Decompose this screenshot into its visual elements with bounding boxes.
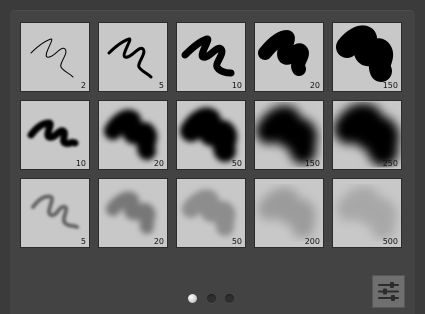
brush-size-label: 50 [231, 237, 242, 246]
brush-stroke-preview [31, 194, 79, 229]
brush-preset-airbrush-20[interactable]: 20 [98, 178, 168, 248]
page-dot-2[interactable] [207, 294, 216, 303]
brush-preset-airbrush-50[interactable]: 50 [176, 178, 246, 248]
brush-size-label: 20 [309, 81, 320, 90]
brush-preset-hard-150[interactable]: 150 [332, 22, 402, 92]
brush-stroke-preview [30, 38, 74, 78]
brush-size-label: 200 [304, 237, 320, 246]
brush-preset-soft-250[interactable]: 250 [332, 100, 402, 170]
brush-size-label: 10 [75, 159, 86, 168]
brush-size-label: 150 [304, 159, 320, 168]
brush-size-label: 150 [382, 81, 398, 90]
brush-size-label: 5 [158, 81, 164, 90]
brush-preset-soft-10[interactable]: 10 [20, 100, 90, 170]
brush-preset-soft-150[interactable]: 150 [254, 100, 324, 170]
brush-size-label: 250 [382, 159, 398, 168]
brush-size-label: 20 [153, 237, 164, 246]
brush-size-label: 500 [382, 237, 398, 246]
sliders-icon [378, 282, 399, 301]
brush-preset-hard-5[interactable]: 5 [98, 22, 168, 92]
brush-stroke-preview [107, 37, 153, 79]
brush-settings-button[interactable] [372, 275, 405, 308]
page-dot-1[interactable] [188, 294, 197, 303]
brush-size-label: 5 [80, 237, 86, 246]
brush-preset-airbrush-500[interactable]: 500 [332, 178, 402, 248]
page-dot-3[interactable] [225, 294, 234, 303]
brush-size-label: 50 [231, 159, 242, 168]
brush-size-label: 10 [231, 81, 242, 90]
brush-preset-airbrush-5[interactable]: 5 [20, 178, 90, 248]
brush-preset-airbrush-200[interactable]: 200 [254, 178, 324, 248]
brush-preset-panel: 2 5 10 20 150 10 20 50 150 250 5 20 50 2… [10, 10, 415, 314]
brush-preset-hard-20[interactable]: 20 [254, 22, 324, 92]
brush-preset-soft-50[interactable]: 50 [176, 100, 246, 170]
brush-size-label: 2 [80, 81, 86, 90]
brush-preset-soft-20[interactable]: 20 [98, 100, 168, 170]
brush-preset-hard-2[interactable]: 2 [20, 22, 90, 92]
brush-size-label: 20 [153, 159, 164, 168]
brush-preset-hard-10[interactable]: 10 [176, 22, 246, 92]
